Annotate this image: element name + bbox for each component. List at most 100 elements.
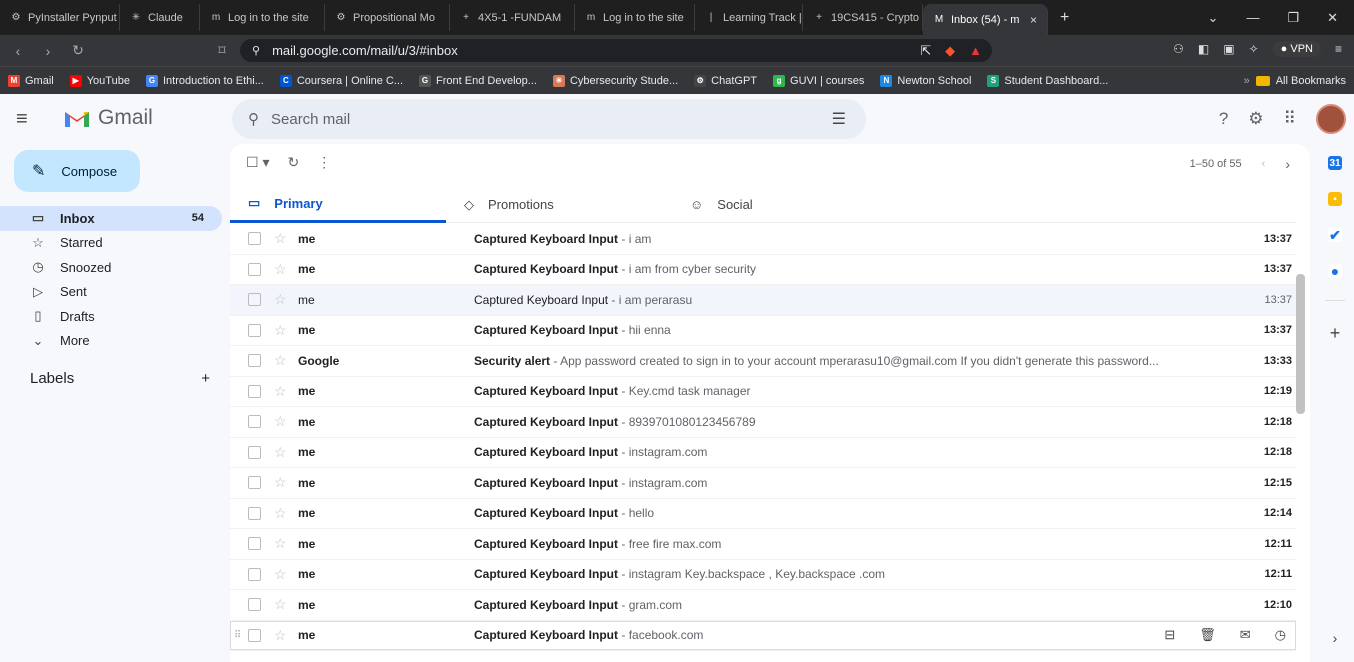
star-icon[interactable]: ☆ [274, 474, 287, 491]
bookmark-item[interactable]: G Introduction to Ethi... [145, 74, 264, 87]
keep-icon[interactable]: ▪ [1328, 192, 1342, 206]
mark-read-icon[interactable]: ✉ [1240, 627, 1251, 643]
star-icon[interactable]: ☆ [274, 596, 287, 613]
select-all-checkbox[interactable]: ☐ ▾ [246, 154, 269, 171]
nav-item-drafts[interactable]: ▯ Drafts [0, 304, 222, 329]
more-actions-icon[interactable]: ⋮ [317, 154, 331, 171]
tab-social[interactable]: ☺ Social [662, 186, 878, 223]
row-checkbox[interactable] [248, 384, 261, 398]
brave-shield-icon[interactable]: ◆ [945, 43, 955, 59]
share-icon[interactable]: ⇱ [920, 43, 931, 59]
star-icon[interactable]: ☆ [274, 291, 287, 308]
row-checkbox[interactable] [248, 598, 261, 612]
main-menu-icon[interactable]: ≡ [16, 108, 28, 131]
drag-handle-icon[interactable]: ⠿ [234, 630, 241, 641]
email-row[interactable]: ☆ me Captured Keyboard Input - Key.cmd tas… [230, 377, 1296, 407]
star-icon[interactable]: ☆ [274, 383, 287, 400]
browser-tab[interactable]: m Log in to the site [575, 4, 695, 31]
sidebar-icon[interactable]: ◧ [1198, 42, 1209, 56]
browser-tab[interactable]: ⚙ Propositional Mo [325, 4, 450, 31]
email-row[interactable]: ☆ me Captured Keyboard Input - hii enna 13:… [230, 316, 1296, 346]
apps-grid-icon[interactable]: ⠿ [1284, 109, 1296, 129]
star-icon[interactable]: ☆ [274, 352, 287, 369]
row-checkbox[interactable] [248, 354, 261, 368]
row-checkbox[interactable] [248, 506, 261, 520]
browser-tab[interactable]: | Learning Track | l [695, 4, 803, 31]
star-icon[interactable]: ☆ [274, 261, 287, 278]
search-bar[interactable]: ⚲ Search mail ☰ [232, 99, 866, 139]
row-checkbox[interactable] [248, 232, 261, 246]
bookmark-item[interactable]: C Coursera | Online C... [279, 74, 403, 87]
star-icon[interactable]: ☆ [274, 566, 287, 583]
star-icon[interactable]: ☆ [274, 627, 287, 644]
bookmark-icon[interactable]: ⌑ [214, 42, 230, 59]
browser-tab[interactable]: M Inbox (54) - m × [923, 4, 1048, 35]
email-row[interactable]: ☆ me Captured Keyboard Input - instagram.c… [230, 438, 1296, 468]
nav-item-more[interactable]: ⌄ More [0, 329, 222, 354]
bookmark-item[interactable]: g GUVI | courses [773, 74, 864, 87]
restore-icon[interactable]: ❐ [1287, 10, 1299, 26]
star-icon[interactable]: ☆ [274, 444, 287, 461]
nav-item-snoozed[interactable]: ◷ Snoozed [0, 255, 222, 280]
all-bookmarks-button[interactable]: » All Bookmarks [1244, 75, 1346, 87]
tab-primary[interactable]: ▭ Primary [230, 186, 446, 223]
row-checkbox[interactable] [248, 628, 261, 642]
new-tab-icon[interactable]: + [1048, 9, 1081, 27]
brave-rewards-icon[interactable]: ▲ [969, 43, 982, 58]
back-icon[interactable]: ‹ [10, 43, 26, 59]
browser-tab[interactable]: +19CS415 - Crypto [803, 4, 923, 31]
older-page-icon[interactable]: › [1285, 156, 1290, 172]
bookmark-item[interactable]: M Gmail [8, 74, 54, 87]
star-icon[interactable]: ☆ [274, 535, 287, 552]
row-checkbox[interactable] [248, 262, 261, 276]
url-field[interactable]: ⚲ mail.google.com/mail/u/3/#inbox ⇱ ◆ ▲ [240, 39, 992, 62]
bookmark-item[interactable]: ▶ YouTube [69, 74, 130, 87]
browser-tab[interactable]: ⚙ PyInstaller Pynput [0, 4, 120, 31]
reload-icon[interactable]: ↻ [70, 42, 86, 59]
email-row[interactable]: ⠿ ☆ me Captured Keyboard Input - facebook.c… [230, 621, 1296, 651]
leo-icon[interactable]: ✧ [1249, 42, 1259, 56]
email-row[interactable]: ☆ me Captured Keyboard Input - i am perara… [230, 285, 1296, 316]
calendar-icon[interactable]: 31 [1328, 156, 1342, 170]
browser-tab[interactable]: +4X5-1 -FUNDAM [450, 4, 575, 31]
settings-icon[interactable]: ⚙ [1248, 109, 1263, 129]
nav-item-sent[interactable]: ▷ Sent [0, 280, 222, 305]
wallet-icon[interactable]: ▣ [1223, 42, 1234, 56]
nav-item-inbox[interactable]: ▭ Inbox 54 [0, 206, 222, 231]
email-row[interactable]: ☆ me Captured Keyboard Input - hello 12:14 [230, 499, 1296, 529]
forward-icon[interactable]: › [40, 43, 56, 59]
row-checkbox[interactable] [248, 293, 261, 307]
email-row[interactable]: ☆ me Captured Keyboard Input - free fire m… [230, 529, 1296, 560]
mail-list-scrollbar[interactable] [1296, 274, 1305, 414]
email-row[interactable]: ☆ me Captured Keyboard Input - i am 13:37 [230, 224, 1296, 255]
delete-icon[interactable]: 🗑 [1199, 627, 1216, 643]
star-icon[interactable]: ☆ [274, 322, 287, 339]
tasks-icon[interactable]: ✔ [1328, 227, 1342, 243]
row-checkbox[interactable] [248, 476, 261, 490]
vpn-button[interactable]: ● VPN [1272, 41, 1321, 57]
contacts-icon[interactable]: ● [1328, 263, 1342, 279]
email-row[interactable]: ☆ Google Security alert - App password cre… [230, 346, 1296, 377]
tab-promotions[interactable]: ◇ Promotions [446, 186, 662, 223]
tab-search-icon[interactable]: ⌄ [1208, 10, 1219, 26]
compose-button[interactable]: ✎ Compose [14, 150, 140, 192]
add-label-icon[interactable]: + [201, 370, 210, 387]
close-tab-icon[interactable]: × [1030, 13, 1037, 27]
search-icon[interactable]: ⚲ [248, 110, 259, 128]
row-checkbox[interactable] [248, 415, 261, 429]
snooze-icon[interactable]: ◷ [1275, 627, 1286, 643]
bookmark-item[interactable]: N Newton School [880, 74, 971, 87]
archive-icon[interactable]: ⊟ [1164, 627, 1175, 643]
email-row[interactable]: ☆ me Captured Keyboard Input - gram.com 12:… [230, 590, 1296, 621]
expand-panel-icon[interactable]: › [1333, 630, 1338, 646]
bookmark-item[interactable]: ⚙ ChatGPT [694, 74, 757, 87]
newer-page-icon[interactable]: ‹ [1262, 158, 1266, 170]
site-info-icon[interactable]: ⚲ [252, 44, 260, 57]
more-bookmarks-icon[interactable]: » [1244, 75, 1250, 87]
bookmark-item[interactable]: G Front End Develop... [419, 74, 537, 87]
star-icon[interactable]: ☆ [274, 230, 287, 247]
row-checkbox[interactable] [248, 537, 261, 551]
search-input[interactable]: Search mail [271, 111, 350, 128]
email-row[interactable]: ☆ me Captured Keyboard Input - instagram.c… [230, 468, 1296, 499]
row-checkbox[interactable] [248, 445, 261, 459]
